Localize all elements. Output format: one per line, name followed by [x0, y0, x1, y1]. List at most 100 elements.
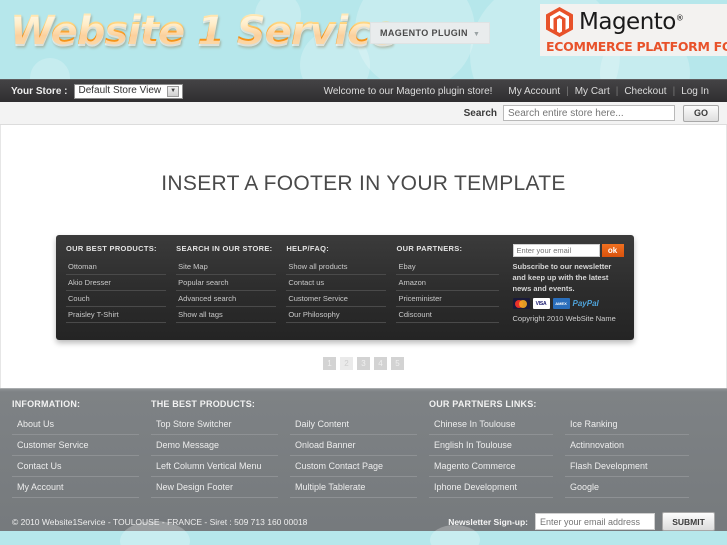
preview-link[interactable]: Advanced search	[176, 291, 277, 307]
preview-link[interactable]: Popular search	[176, 275, 277, 291]
preview-link[interactable]: Show all products	[286, 259, 387, 275]
magento-plugin-dropdown[interactable]: MAGENTO PLUGIN ▼	[370, 22, 491, 44]
footer-column-head: THE BEST PRODUCTS:	[151, 399, 256, 409]
preview-link[interactable]: Praisley T-Shirt	[66, 307, 167, 323]
link-my-account[interactable]: My Account	[502, 86, 566, 97]
mastercard-icon	[512, 298, 530, 309]
preview-column-best-products: OUR BEST PRODUCTS: Ottoman Akio Dresser …	[66, 244, 176, 340]
preview-link[interactable]: Couch	[66, 291, 167, 307]
preview-link[interactable]: Cdiscount	[396, 307, 499, 323]
payment-icons: VISA AMEX PayPal	[512, 298, 625, 309]
amex-icon: AMEX	[552, 298, 570, 309]
preview-link[interactable]: Customer Service	[286, 291, 387, 307]
footer-link[interactable]: English In Toulouse	[429, 435, 553, 456]
footer-link[interactable]: Iphone Development	[429, 477, 553, 498]
magento-logo-row: Magento®	[540, 4, 727, 39]
preview-column-head: HELP/FAQ:	[286, 244, 330, 253]
footer-bottom-bar: © 2010 Website1Service - TOULOUSE - FRAN…	[0, 512, 727, 531]
preview-column-head: SEARCH IN OUR STORE:	[176, 244, 273, 253]
page-title: INSERT A FOOTER IN YOUR TEMPLATE	[161, 172, 566, 195]
link-checkout[interactable]: Checkout	[618, 86, 672, 97]
preview-link[interactable]: Our Philosophy	[286, 307, 387, 323]
preview-link[interactable]: Ottoman	[66, 259, 167, 275]
footer-column-head: INFORMATION:	[12, 399, 81, 409]
preview-column-search-store: SEARCH IN OUR STORE: Site Map Popular se…	[176, 244, 286, 340]
preview-link[interactable]: Site Map	[176, 259, 277, 275]
link-log-in[interactable]: Log In	[675, 86, 715, 97]
magento-plugin-label: MAGENTO PLUGIN	[380, 28, 468, 38]
search-go-button[interactable]: GO	[683, 104, 719, 122]
footer-partners-primary: OUR PARTNERS LINKS: Chinese In Toulouse …	[429, 399, 565, 498]
footer-link[interactable]: Custom Contact Page	[290, 456, 417, 477]
newsletter-submit-button[interactable]: SUBMIT	[662, 512, 715, 531]
main-content: INSERT A FOOTER IN YOUR TEMPLATE OUR BES…	[0, 125, 727, 388]
preview-newsletter-form: ok	[512, 244, 625, 257]
footer-link[interactable]: Google	[565, 477, 689, 498]
page-bottom-accent	[0, 521, 727, 545]
store-view-select[interactable]: Default Store View ▼	[74, 83, 184, 99]
preview-newsletter-description: Subscribe to our newsletter and keep up …	[512, 262, 612, 293]
chevron-down-icon: ▼	[167, 85, 180, 97]
site-logo[interactable]: Website 1 Service	[10, 8, 397, 54]
footer-partners-secondary: Ice Ranking Actinnovation Flash Developm…	[565, 399, 701, 498]
preview-column-head: OUR BEST PRODUCTS:	[66, 244, 157, 253]
chevron-down-icon: ▼	[472, 31, 481, 38]
footer-newsletter-form: Newsletter Sign-up: SUBMIT	[448, 512, 715, 531]
footer-link[interactable]: Flash Development	[565, 456, 689, 477]
page-root: Website 1 Service MAGENTO PLUGIN ▼ Magent…	[0, 0, 727, 545]
footer-column-head: OUR PARTNERS LINKS:	[429, 399, 537, 409]
footer-link[interactable]: Top Store Switcher	[151, 414, 278, 435]
footer-link[interactable]: Chinese In Toulouse	[429, 414, 553, 435]
preview-link[interactable]: Amazon	[396, 275, 499, 291]
pagination-page-3[interactable]: 3	[357, 357, 370, 370]
pagination-page-5[interactable]: 5	[391, 357, 404, 370]
footer-link[interactable]: Onload Banner	[290, 435, 417, 456]
preview-ok-button[interactable]: ok	[601, 244, 624, 257]
footer-preview-panel: OUR BEST PRODUCTS: Ottoman Akio Dresser …	[56, 235, 634, 340]
pagination: 1 2 3 4 5	[1, 357, 726, 370]
preview-link[interactable]: Akio Dresser	[66, 275, 167, 291]
preview-column-partners: OUR PARTNERS: Ebay Amazon Priceminister …	[396, 244, 508, 340]
store-view-value: Default Store View	[78, 85, 162, 96]
preview-link[interactable]: Show all tags	[176, 307, 277, 323]
link-my-cart[interactable]: My Cart	[569, 86, 616, 97]
footer-column-best-products: THE BEST PRODUCTS: Top Store Switcher De…	[151, 399, 290, 498]
footer-link[interactable]: Daily Content	[290, 414, 417, 435]
magento-tagline: ECOMMERCE PLATFORM FOR GROWTH	[546, 39, 727, 54]
preview-link[interactable]: Contact us	[286, 275, 387, 291]
footer-columns: INFORMATION: About Us Customer Service C…	[12, 399, 715, 498]
footer-link[interactable]: Left Column Vertical Menu	[151, 456, 278, 477]
footer-link[interactable]: My Account	[12, 477, 139, 498]
footer-column-information: INFORMATION: About Us Customer Service C…	[12, 399, 151, 498]
footer-link[interactable]: Contact Us	[12, 456, 139, 477]
magento-mark-icon	[546, 6, 573, 37]
footer-link[interactable]: Customer Service	[12, 435, 139, 456]
footer-link[interactable]: Actinnovation	[565, 435, 689, 456]
pagination-page-4[interactable]: 4	[374, 357, 387, 370]
welcome-message: Welcome to our Magento plugin store!	[323, 85, 493, 97]
magento-wordmark: Magento®	[579, 8, 684, 35]
site-footer: INFORMATION: About Us Customer Service C…	[0, 388, 727, 545]
decorative-bubble	[30, 58, 70, 79]
preview-link[interactable]: Priceminister	[396, 291, 499, 307]
footer-link[interactable]: Multiple Tablerate	[290, 477, 417, 498]
preview-email-input[interactable]	[512, 244, 600, 257]
footer-link[interactable]: New Design Footer	[151, 477, 278, 498]
search-input[interactable]	[503, 105, 675, 121]
footer-link[interactable]: Ice Ranking	[565, 414, 689, 435]
footer-link[interactable]: Demo Message	[151, 435, 278, 456]
preview-link[interactable]: Ebay	[396, 259, 499, 275]
search-bar: Search GO	[0, 102, 727, 125]
footer-column-partners-links: OUR PARTNERS LINKS: Chinese In Toulouse …	[429, 399, 713, 498]
preview-newsletter-block: ok Subscribe to our newsletter and keep …	[509, 244, 625, 340]
footer-column-features: Daily Content Onload Banner Custom Conta…	[290, 399, 429, 498]
footer-link[interactable]: Magento Commerce	[429, 456, 553, 477]
pagination-page-2[interactable]: 2	[340, 357, 353, 370]
pagination-page-1[interactable]: 1	[323, 357, 336, 370]
store-label: Your Store :	[11, 85, 68, 97]
newsletter-email-input[interactable]	[535, 513, 655, 530]
preview-column-help-faq: HELP/FAQ: Show all products Contact us C…	[286, 244, 396, 340]
preview-column-head: OUR PARTNERS:	[396, 244, 463, 253]
magento-badge: Magento® ECOMMERCE PLATFORM FOR GROWTH	[540, 4, 727, 56]
footer-link[interactable]: About Us	[12, 414, 139, 435]
